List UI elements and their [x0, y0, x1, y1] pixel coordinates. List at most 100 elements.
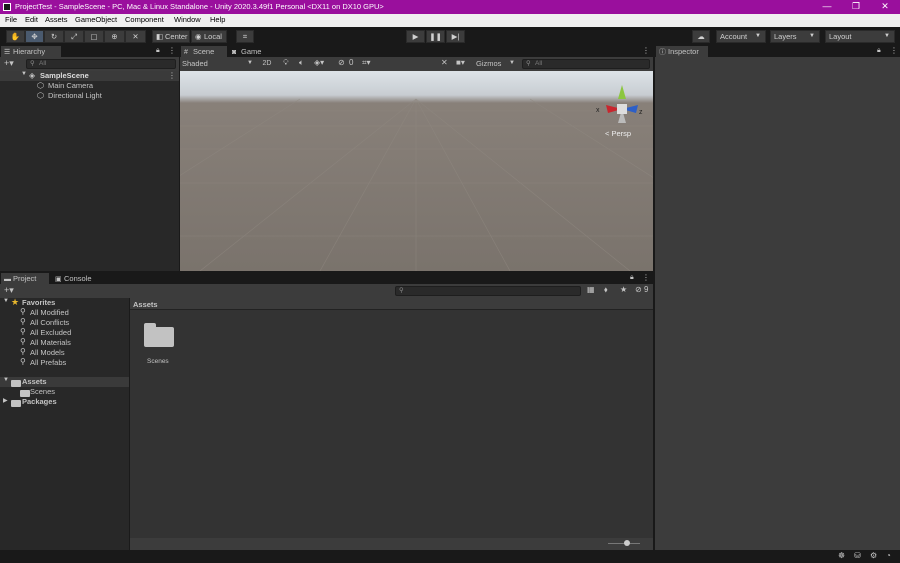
- create-plus-icon[interactable]: +▾: [4, 58, 14, 69]
- tools-icon[interactable]: ✕: [441, 58, 448, 67]
- favorite-item[interactable]: ⚲ All Modified: [20, 307, 125, 318]
- folder-tree-item[interactable]: Scenes: [18, 387, 123, 398]
- favorite-item[interactable]: ⚲ All Excluded: [20, 327, 125, 338]
- progress-icon[interactable]: ◔: [886, 551, 891, 560]
- play-button[interactable]: ▶: [406, 30, 425, 43]
- debug-mode-icon[interactable]: ⚙: [870, 551, 877, 560]
- more-icon[interactable]: ⋮: [890, 46, 898, 55]
- move-tool-button[interactable]: ✥: [25, 30, 44, 43]
- axis-x-label: x: [596, 107, 600, 114]
- tab-hierarchy[interactable]: ☰ Hierarchy: [1, 46, 61, 57]
- expand-arrow-icon[interactable]: ▼: [3, 298, 9, 304]
- hand-tool-button[interactable]: ✋: [6, 30, 25, 43]
- audio-icon[interactable]: 🔈︎: [299, 58, 304, 68]
- collapse-arrow-icon[interactable]: ▶: [3, 397, 8, 404]
- expand-arrow-icon[interactable]: ▼: [3, 377, 9, 383]
- project-folder-tree: ▼ ★ Favorites ⚲ All Modified ⚲ All Confl…: [0, 297, 129, 550]
- menu-edit[interactable]: Edit: [25, 15, 38, 24]
- hierarchy-item[interactable]: ⬡ Directional Light: [36, 91, 176, 101]
- more-icon[interactable]: ⋮: [642, 46, 650, 55]
- asset-item[interactable]: Scenes: [140, 323, 180, 368]
- scale-icon: ⤢: [71, 32, 77, 41]
- transform-tool-button[interactable]: ⊕: [104, 30, 125, 43]
- breadcrumb-assets[interactable]: Assets: [133, 300, 158, 309]
- favorite-item-label: All Materials: [30, 338, 71, 347]
- hidden-packages-toggle[interactable]: ⊘ 9: [635, 285, 653, 296]
- favorite-item[interactable]: ⚲ All Materials: [20, 337, 125, 348]
- project-search-input[interactable]: ⚲: [395, 286, 581, 296]
- rect-tool-button[interactable]: ▢: [84, 30, 104, 43]
- layout-dropdown[interactable]: Layout ▼: [825, 30, 895, 43]
- scale-tool-button[interactable]: ⤢: [64, 30, 84, 43]
- menu-window[interactable]: Window: [174, 15, 201, 24]
- lighting-icon[interactable]: 💡︎: [283, 58, 289, 68]
- camera-icon[interactable]: ■▾: [456, 58, 465, 67]
- collab-icon[interactable]: ☸: [838, 551, 845, 560]
- menu-component[interactable]: Component: [125, 15, 164, 24]
- cache-server-icon[interactable]: ⛁: [854, 551, 861, 560]
- search-by-type-icon[interactable]: ▦: [587, 285, 595, 294]
- unity-app-icon: [3, 3, 11, 11]
- more-icon[interactable]: ⋮: [642, 273, 650, 282]
- packages-folder-row[interactable]: ▶ Packages: [0, 397, 129, 408]
- tab-inspector[interactable]: ⓘ Inspector: [656, 46, 708, 57]
- folder-tab-shape: [144, 323, 156, 329]
- rotate-tool-button[interactable]: ↻: [44, 30, 64, 43]
- pivot-center-toggle[interactable]: ◧ Center: [152, 30, 190, 43]
- eye-slash-icon: ⊘: [338, 58, 345, 67]
- search-placeholder: All: [39, 60, 47, 67]
- scene-row[interactable]: ▼ ◈ SampleScene ⋮: [0, 71, 179, 81]
- menu-file[interactable]: File: [5, 15, 17, 24]
- grid-snap-button[interactable]: ⌗: [236, 30, 254, 43]
- tab-game[interactable]: ◙ Game: [229, 46, 271, 57]
- favorite-item[interactable]: ⚲ All Prefabs: [20, 357, 125, 368]
- close-button[interactable]: ✕: [870, 0, 900, 14]
- pivot-local-toggle[interactable]: ◉ Local: [191, 30, 227, 43]
- pause-button[interactable]: ❚❚: [426, 30, 445, 43]
- favorite-item[interactable]: ⚲ All Conflicts: [20, 317, 125, 328]
- shading-dropdown[interactable]: Shaded ▼: [181, 58, 256, 69]
- menu-help[interactable]: Help: [210, 15, 225, 24]
- tab-project[interactable]: ▬ Project: [1, 273, 49, 284]
- search-icon: ⚲: [20, 327, 26, 336]
- hierarchy-item[interactable]: ⬡ Main Camera: [36, 81, 176, 91]
- custom-tool-button[interactable]: ✕: [125, 30, 146, 43]
- window-titlebar: ProjectTest - SampleScene - PC, Mac & Li…: [0, 0, 900, 14]
- cloud-button[interactable]: ☁: [692, 30, 710, 43]
- favorite-item[interactable]: ⚲ All Models: [20, 347, 125, 358]
- lock-icon[interactable]: 🔒︎: [877, 47, 881, 55]
- expand-arrow-icon[interactable]: ▼: [21, 71, 27, 77]
- search-icon: ⚲: [20, 337, 26, 346]
- scene-search-input[interactable]: ⚲ All: [522, 59, 650, 69]
- tab-console[interactable]: ▣ Console: [52, 273, 102, 284]
- icon-size-slider-handle[interactable]: [624, 540, 630, 546]
- favorite-item-label: All Excluded: [30, 328, 72, 337]
- tab-scene[interactable]: # Scene: [181, 46, 227, 57]
- scene-tabbar: # Scene ◙ Game ⋮: [180, 46, 653, 57]
- menu-assets[interactable]: Assets: [45, 15, 68, 24]
- menu-gameobject[interactable]: GameObject: [75, 15, 117, 24]
- lock-icon[interactable]: 🔒︎: [630, 274, 634, 282]
- create-plus-icon[interactable]: +▾: [4, 285, 14, 296]
- scene-viewport[interactable]: x z < Persp: [180, 71, 653, 271]
- scene-more-icon[interactable]: ⋮: [168, 71, 176, 80]
- assets-folder-row[interactable]: ▼ Assets: [0, 377, 129, 388]
- effects-icon[interactable]: ◈▾: [314, 58, 324, 67]
- lock-icon[interactable]: 🔒︎: [156, 47, 160, 55]
- grid-toggle-icon[interactable]: ⌗▾: [362, 58, 371, 68]
- step-button[interactable]: ▶|: [446, 30, 465, 43]
- favorite-star-icon[interactable]: ★: [620, 285, 627, 294]
- 2d-toggle[interactable]: 2D: [258, 58, 276, 69]
- label-icon[interactable]: ⬧: [604, 285, 608, 295]
- hidden-objects-toggle[interactable]: ⊘ 0: [338, 58, 358, 69]
- layers-dropdown[interactable]: Layers ▼: [770, 30, 820, 43]
- perspective-toggle[interactable]: < Persp: [605, 129, 631, 138]
- maximize-button[interactable]: ❐: [841, 0, 871, 14]
- minimize-button[interactable]: —: [812, 0, 842, 14]
- gizmos-dropdown[interactable]: Gizmos ▼: [474, 58, 518, 69]
- account-dropdown[interactable]: Account ▼: [716, 30, 766, 43]
- chevron-down-icon: ▼: [755, 33, 761, 39]
- hierarchy-search-input[interactable]: ⚲ All: [26, 59, 176, 69]
- chevron-down-icon: ▼: [884, 33, 890, 39]
- more-icon[interactable]: ⋮: [168, 46, 176, 55]
